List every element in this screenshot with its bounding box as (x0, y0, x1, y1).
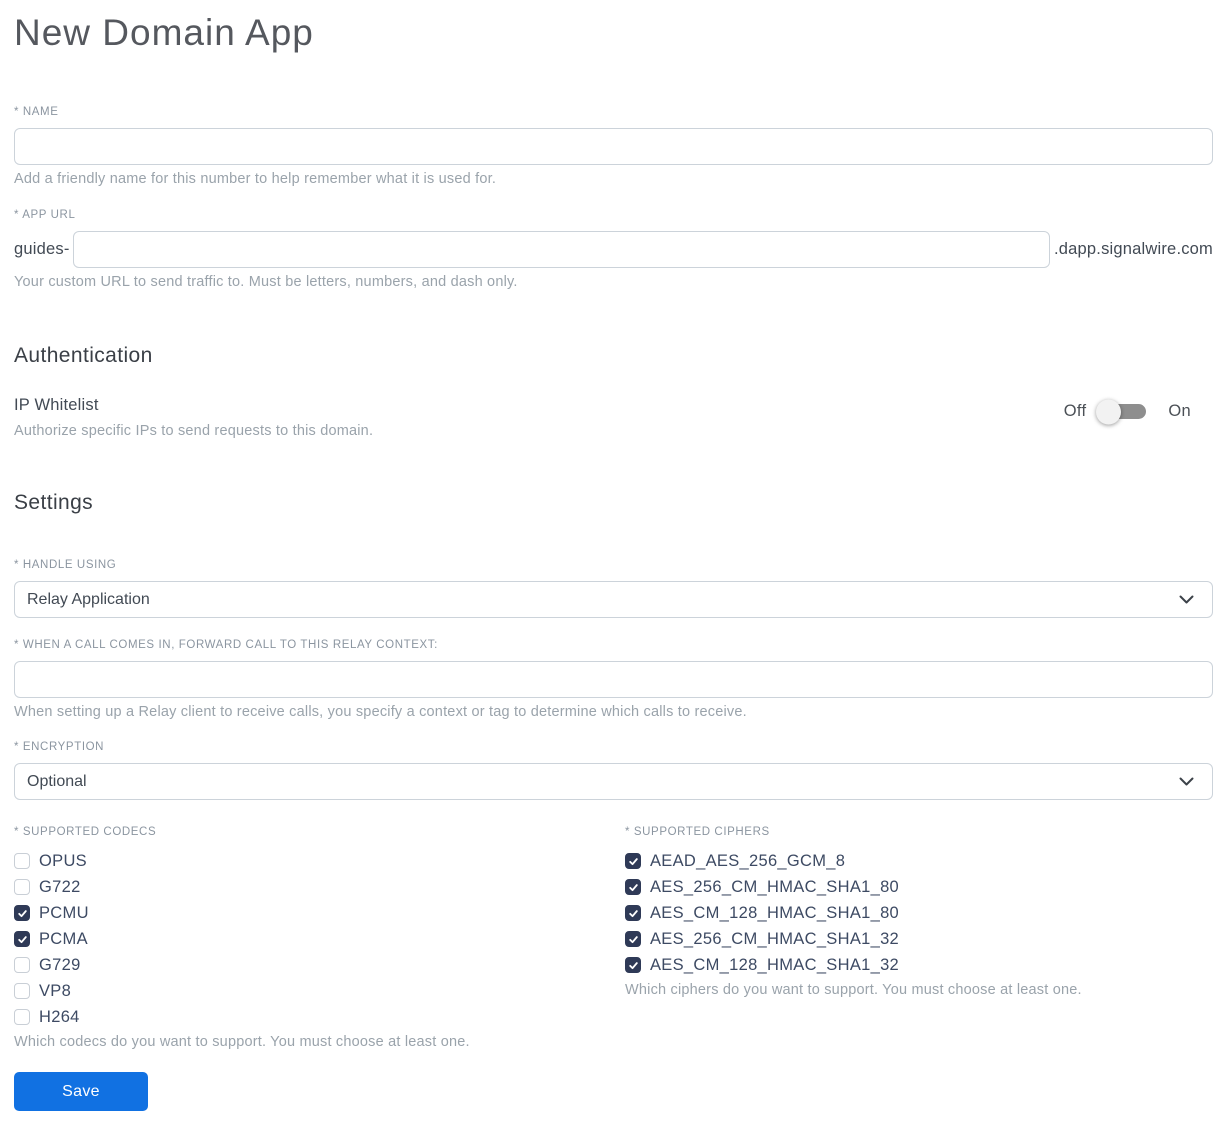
checkbox-row[interactable]: AEAD_AES_256_GCM_8 (625, 848, 1213, 874)
app-url-helper: Your custom URL to send traffic to. Must… (14, 274, 518, 291)
checkbox-label: AES_256_CM_HMAC_SHA1_32 (650, 929, 900, 948)
new-domain-app-page: New Domain App * NAME Add a friendly nam… (0, 0, 1230, 1131)
codecs-ciphers-section: * SUPPORTED CODECS OPUS G722 PCMU PCMA G… (14, 826, 1213, 1050)
supported-codecs-group: * SUPPORTED CODECS OPUS G722 PCMU PCMA G… (14, 826, 625, 1050)
encryption-selected-value: Optional (27, 772, 87, 790)
app-url-row: guides- .dapp.signalwire.com (14, 231, 1213, 269)
checkbox-row[interactable]: OPUS (14, 848, 625, 874)
app-url-suffix: .dapp.signalwire.com (1054, 240, 1213, 259)
checkbox[interactable] (625, 931, 641, 948)
page-title: New Domain App (14, 12, 314, 53)
chevron-down-icon (1179, 591, 1194, 609)
checkbox-row[interactable]: PCMU (14, 900, 625, 926)
checkbox[interactable] (625, 957, 641, 974)
checkbox-label: H264 (39, 1007, 80, 1026)
encryption-select[interactable]: Optional (14, 763, 1213, 801)
name-field-helper: Add a friendly name for this number to h… (14, 171, 497, 188)
name-input[interactable] (14, 128, 1213, 166)
handle-using-label: * HANDLE USING (14, 559, 117, 572)
settings-heading: Settings (14, 491, 94, 515)
checkbox-row[interactable]: AES_256_CM_HMAC_SHA1_80 (625, 874, 1213, 900)
handle-using-select[interactable]: Relay Application (14, 581, 1213, 619)
app-url-field-group: * APP URL guides- .dapp.signalwire.com Y… (14, 209, 1213, 290)
checkbox-label: AEAD_AES_256_GCM_8 (650, 851, 846, 870)
checkbox[interactable] (14, 983, 30, 1000)
encryption-label: * ENCRYPTION (14, 741, 105, 754)
checkbox-row[interactable]: AES_256_CM_HMAC_SHA1_32 (625, 926, 1213, 952)
save-button[interactable]: Save (14, 1072, 148, 1112)
supported-ciphers-label: * SUPPORTED CIPHERS (625, 826, 770, 839)
checkbox-label: PCMU (39, 903, 89, 922)
checkbox-label: AES_CM_128_HMAC_SHA1_32 (650, 955, 900, 974)
codecs-list: OPUS G722 PCMU PCMA G729 VP8 H264 (14, 848, 625, 1030)
checkbox[interactable] (14, 905, 30, 922)
toggle-knob[interactable] (1096, 399, 1122, 425)
checkbox-label: VP8 (39, 981, 72, 1000)
checkbox-row[interactable]: AES_CM_128_HMAC_SHA1_80 (625, 900, 1213, 926)
checkbox[interactable] (625, 853, 641, 870)
checkbox[interactable] (14, 853, 30, 870)
checkbox-row[interactable]: AES_CM_128_HMAC_SHA1_32 (625, 952, 1213, 978)
checkbox[interactable] (14, 957, 30, 974)
ip-whitelist-toggle[interactable] (1096, 399, 1147, 425)
app-url-prefix: guides- (14, 240, 70, 259)
checkbox-row[interactable]: G722 (14, 874, 625, 900)
checkbox-label: G722 (39, 877, 81, 896)
checkbox-label: AES_CM_128_HMAC_SHA1_80 (650, 903, 900, 922)
supported-ciphers-group: * SUPPORTED CIPHERS AEAD_AES_256_GCM_8 A… (625, 826, 1213, 998)
ip-whitelist-toggle-group: Off On (1063, 399, 1191, 425)
ip-whitelist-text: IP Whitelist Authorize specific IPs to s… (14, 396, 373, 439)
encryption-group: * ENCRYPTION Optional (14, 741, 1213, 801)
ciphers-list: AEAD_AES_256_GCM_8 AES_256_CM_HMAC_SHA1_… (625, 848, 1213, 978)
checkbox-row[interactable]: G729 (14, 952, 625, 978)
authentication-heading: Authentication (14, 344, 153, 368)
relay-context-label: * WHEN A CALL COMES IN, FORWARD CALL TO … (14, 639, 438, 652)
checkbox-row[interactable]: PCMA (14, 926, 625, 952)
relay-context-helper: When setting up a Relay client to receiv… (14, 704, 747, 721)
checkbox[interactable] (14, 1009, 30, 1026)
checkbox-label: AES_256_CM_HMAC_SHA1_80 (650, 877, 900, 896)
relay-context-group: * WHEN A CALL COMES IN, FORWARD CALL TO … (14, 639, 1213, 720)
checkbox[interactable] (14, 879, 30, 896)
handle-using-selected-value: Relay Application (27, 590, 150, 608)
checkbox-label: G729 (39, 955, 81, 974)
ip-whitelist-label: IP Whitelist (14, 396, 99, 415)
chevron-down-icon (1179, 773, 1194, 791)
handle-using-group: * HANDLE USING Relay Application (14, 559, 1213, 619)
app-url-field-label: * APP URL (14, 209, 76, 222)
relay-context-input[interactable] (14, 661, 1213, 699)
ciphers-helper: Which ciphers do you want to support. Yo… (625, 982, 1082, 999)
checkbox[interactable] (14, 931, 30, 948)
checkbox-row[interactable]: VP8 (14, 978, 625, 1004)
ip-whitelist-helper: Authorize specific IPs to send requests … (14, 423, 374, 440)
checkbox-label: PCMA (39, 929, 88, 948)
checkbox[interactable] (625, 905, 641, 922)
toggle-on-label: On (1168, 402, 1191, 421)
name-field-group: * NAME Add a friendly name for this numb… (14, 106, 1213, 187)
name-field-label: * NAME (14, 106, 59, 119)
checkbox[interactable] (625, 879, 641, 896)
supported-codecs-label: * SUPPORTED CODECS (14, 826, 157, 839)
app-url-input[interactable] (72, 231, 1050, 269)
checkbox-label: OPUS (39, 851, 87, 870)
toggle-off-label: Off (1063, 402, 1087, 421)
ip-whitelist-row: IP Whitelist Authorize specific IPs to s… (14, 396, 1213, 439)
codecs-helper: Which codecs do you want to support. You… (14, 1034, 470, 1051)
checkbox-row[interactable]: H264 (14, 1004, 625, 1030)
